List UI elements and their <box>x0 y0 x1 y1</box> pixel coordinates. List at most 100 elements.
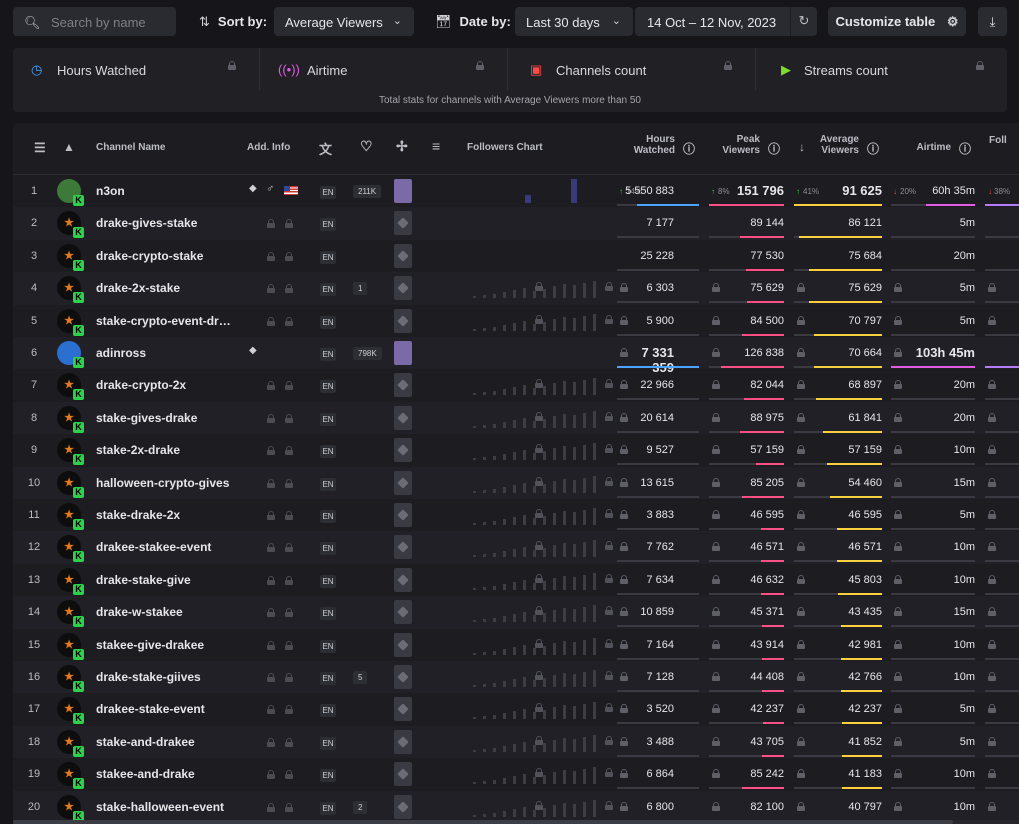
header-airtime[interactable]: Airtime <box>893 142 951 153</box>
channel-name-link[interactable]: stake-2x-drake <box>96 443 234 457</box>
channel-name-link[interactable]: stake-and-drakee <box>96 735 234 749</box>
avatar[interactable]: ★ K <box>57 308 84 336</box>
table-row[interactable]: 17 ★ K drakee-stake-event EN 3 520 42 237 42 23… <box>13 693 1019 725</box>
channel-name-link[interactable]: stake-gives-drake <box>96 411 234 425</box>
table-row[interactable]: 19 ★ K stakee-and-drake EN 6 864 85 242 41 183 1… <box>13 758 1019 790</box>
game-placeholder-icon[interactable] <box>394 308 412 333</box>
table-row[interactable]: 1 Kn3on ◆ ♂ EN 211K ↑ 14% 5 550 883 ↑ 8% 151 796 ↑ 41… <box>13 175 1019 207</box>
table-row[interactable]: 16 ★ K drake-stake-giives EN 5 7 128 44 408 42 7… <box>13 661 1019 694</box>
channel-name-link[interactable]: drake-crypto-stake <box>96 249 234 263</box>
avatar[interactable]: ★ K <box>57 470 84 498</box>
info-icon[interactable]: ⓘ <box>768 140 780 157</box>
avatar[interactable]: ★ K <box>57 373 84 401</box>
table-row[interactable]: 13 ★ K drake-stake-give EN 7 634 46 632 45 803 1… <box>13 564 1019 596</box>
table-row[interactable]: 6Kadinross◆EN798K7 331 359126 83870 6641… <box>13 337 1019 375</box>
channel-name-link[interactable]: stake-crypto-event-dr… <box>96 314 234 328</box>
info-icon[interactable]: ⓘ <box>959 140 971 157</box>
download-button[interactable]: ⤓ <box>978 7 1007 36</box>
game-placeholder-icon[interactable] <box>394 697 412 722</box>
stat-hours-watched[interactable]: ◷ Hours Watched <box>13 48 260 91</box>
table-row[interactable]: 5 ★ K stake-crypto-event-dr… EN 5 900 84 500 70… <box>13 305 1019 337</box>
horizontal-scrollbar[interactable] <box>13 820 1019 824</box>
channel-name-link[interactable]: drakee-stake-event <box>96 702 234 716</box>
avatar[interactable]: ★ K <box>57 243 84 271</box>
game-placeholder-icon[interactable] <box>394 276 412 301</box>
game-placeholder-icon[interactable] <box>394 405 412 430</box>
scrollbar-thumb[interactable] <box>13 820 953 824</box>
game-placeholder-icon[interactable] <box>394 503 412 527</box>
table-row[interactable]: 10 ★ K halloween-crypto-gives EN 13 615 85 205… <box>13 466 1019 499</box>
game-placeholder-icon[interactable] <box>394 373 412 398</box>
game-placeholder-icon[interactable] <box>394 567 412 592</box>
info-icon[interactable]: ⓘ <box>867 140 879 157</box>
channel-name-link[interactable]: stake-halloween-event <box>96 800 234 814</box>
avatar[interactable]: ★ K <box>57 632 84 660</box>
channel-name-link[interactable]: n3on <box>96 184 234 198</box>
avatar[interactable]: K <box>57 341 84 368</box>
game-thumbnail[interactable] <box>394 341 412 365</box>
table-row[interactable]: 11 ★ K stake-drake-2x EN 3 883 46 595 46 595 5m <box>13 499 1019 531</box>
table-row[interactable]: 14 ★ K drake-w-stakee EN 10 859 45 371 43 435 15… <box>13 596 1019 629</box>
game-placeholder-icon[interactable] <box>394 243 412 268</box>
date-range-dropdown[interactable]: Last 30 days ⌄ <box>515 7 633 36</box>
table-row[interactable]: 18 ★ K stake-and-drakee EN 3 488 43 705 41 852 5… <box>13 725 1019 759</box>
channel-name-link[interactable]: drake-gives-stake <box>96 216 234 230</box>
avatar[interactable]: ★ K <box>57 665 84 692</box>
table-row[interactable]: 9 ★ K stake-2x-drake EN 9 527 57 159 57 159 10m <box>13 434 1019 466</box>
header-peak-viewers[interactable]: Peak Viewers <box>703 134 760 156</box>
game-thumbnail[interactable] <box>394 179 412 203</box>
game-placeholder-icon[interactable] <box>394 600 412 625</box>
table-row[interactable]: 7 ★ K drake-crypto-2x EN 22 966 82 044 68 897 20… <box>13 369 1019 401</box>
game-placeholder-icon[interactable] <box>394 632 412 657</box>
table-row[interactable]: 4 ★ K drake-2x-stake EN 1 6 303 75 629 75 629 5m <box>13 272 1019 305</box>
avatar[interactable]: ★ K <box>57 438 84 466</box>
game-placeholder-icon[interactable] <box>394 211 412 236</box>
avatar[interactable]: ★ K <box>57 567 84 595</box>
channel-name-link[interactable]: stakee-give-drakee <box>96 638 234 652</box>
game-placeholder-icon[interactable] <box>394 665 412 689</box>
customize-table-button[interactable]: Customize table ⚙ <box>828 7 966 36</box>
list-icon[interactable]: ☰ <box>34 140 46 156</box>
avatar[interactable]: ★ K <box>57 600 84 628</box>
avatar[interactable]: ★ K <box>57 794 84 822</box>
channel-name-link[interactable]: drake-crypto-2x <box>96 378 234 392</box>
table-row[interactable]: 20 ★ K stake-halloween-event EN 2 6 800 82 100 4… <box>13 790 1019 823</box>
stat-channels-count[interactable]: ▣ Channels count <box>508 48 756 91</box>
avatar[interactable]: ★ K <box>57 762 84 790</box>
channel-name-link[interactable]: drake-2x-stake <box>96 281 234 295</box>
header-hours-watched[interactable]: Hours Watched <box>611 134 675 156</box>
game-placeholder-icon[interactable] <box>394 438 412 463</box>
channel-name-link[interactable]: drake-w-stakee <box>96 605 234 619</box>
channel-name-link[interactable]: adinross <box>96 346 234 360</box>
avatar[interactable]: ★ K <box>57 405 84 433</box>
avatar[interactable]: ★ K <box>57 729 84 757</box>
avatar[interactable]: ★ K <box>57 697 84 725</box>
game-placeholder-icon[interactable] <box>394 535 412 560</box>
table-row[interactable]: 3 ★ K drake-crypto-stake EN 25 228 77 530 75 68… <box>13 240 1019 272</box>
header-channel-name[interactable]: Channel Name <box>96 142 165 153</box>
table-row[interactable]: 15 ★ K stakee-give-drakee EN 7 164 43 914 42 98… <box>13 629 1019 661</box>
game-placeholder-icon[interactable] <box>394 470 412 495</box>
date-span-picker[interactable]: 14 Oct – 12 Nov, 2023 ↻ <box>635 7 817 36</box>
channel-name-link[interactable]: drake-stake-give <box>96 573 234 587</box>
game-placeholder-icon[interactable] <box>394 729 412 754</box>
table-row[interactable]: 12 ★ K drakee-stakee-event EN 7 762 46 571 46 5… <box>13 531 1019 564</box>
avatar[interactable]: ★ K <box>57 211 84 239</box>
avatar[interactable]: ★ K <box>57 535 84 563</box>
channel-name-link[interactable]: drakee-stakee-event <box>96 540 234 554</box>
game-placeholder-icon[interactable] <box>394 762 412 787</box>
table-row[interactable]: 8 ★ K stake-gives-drake EN 20 614 88 975 61 841… <box>13 401 1019 435</box>
avatar[interactable]: ★ K <box>57 276 84 304</box>
refresh-icon[interactable]: ↻ <box>790 7 817 36</box>
channel-name-link[interactable]: drake-stake-giives <box>96 670 234 684</box>
search-input[interactable]: 🔍︎ Search by name <box>13 7 176 36</box>
stat-airtime[interactable]: ((•)) Airtime <box>260 48 508 91</box>
header-followers[interactable]: Foll <box>989 135 1007 146</box>
game-placeholder-icon[interactable] <box>394 794 412 819</box>
table-row[interactable]: 2 ★ K drake-gives-stake EN 7 177 89 144 86 121 5… <box>13 207 1019 240</box>
avatar[interactable]: ★ K <box>57 503 84 530</box>
channel-name-link[interactable]: stakee-and-drake <box>96 767 234 781</box>
stat-streams-count[interactable]: ▶ Streams count <box>756 48 1007 91</box>
avatar[interactable]: K <box>57 179 84 206</box>
channel-name-link[interactable]: stake-drake-2x <box>96 508 234 522</box>
